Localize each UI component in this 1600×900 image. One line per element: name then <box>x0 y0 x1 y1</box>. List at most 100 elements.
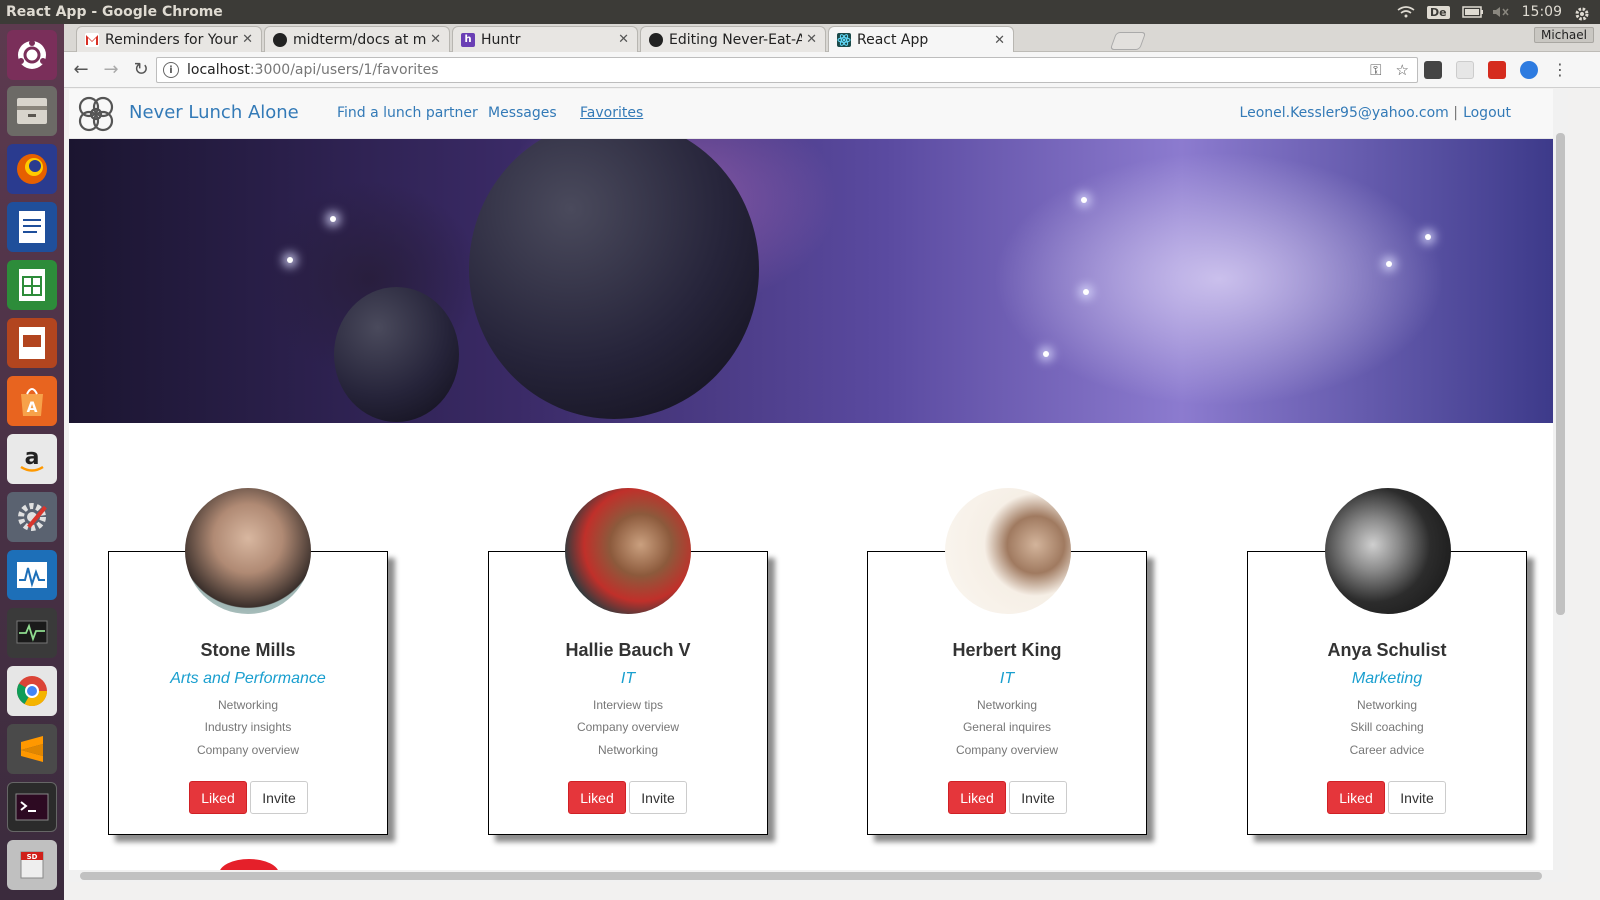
tab-label: Huntr <box>481 31 521 48</box>
close-icon[interactable]: ✕ <box>242 32 253 47</box>
wifi-icon[interactable] <box>1397 6 1415 18</box>
amazon-icon[interactable]: a <box>7 434 57 484</box>
close-icon[interactable]: ✕ <box>430 32 441 47</box>
card-department: IT <box>620 670 636 687</box>
avatar[interactable] <box>945 488 1071 614</box>
close-icon[interactable]: ✕ <box>806 32 817 47</box>
liked-button[interactable]: Liked <box>189 781 247 814</box>
key-icon[interactable]: ⚿ <box>1370 61 1381 79</box>
vertical-scrollbar[interactable] <box>1553 89 1568 870</box>
close-icon[interactable]: ✕ <box>618 32 629 47</box>
star <box>1083 289 1089 295</box>
libreoffice-impress-icon[interactable] <box>7 318 57 368</box>
terminal-icon[interactable] <box>7 782 57 832</box>
card-department: Marketing <box>1351 670 1423 687</box>
brand-logo-icon[interactable] <box>75 93 117 135</box>
sublime-text-icon[interactable] <box>7 724 57 774</box>
avatar[interactable] <box>565 488 691 614</box>
brand-name[interactable]: Never Lunch Alone <box>129 102 299 123</box>
files-icon[interactable] <box>7 86 57 136</box>
libreoffice-calc-icon[interactable] <box>7 260 57 310</box>
invite-button[interactable]: Invite <box>629 781 687 814</box>
space-banner-image <box>69 139 1553 423</box>
github-icon <box>273 32 287 47</box>
system-tray: De 15:09 <box>1397 4 1600 21</box>
clock[interactable]: 15:09 <box>1522 4 1562 20</box>
separator: | <box>1453 105 1458 121</box>
nav-favorites[interactable]: Favorites <box>580 105 643 121</box>
card-department: IT <box>999 670 1015 687</box>
avatar[interactable] <box>1325 488 1451 614</box>
back-arrow-icon[interactable]: ← <box>68 57 94 83</box>
software-center-icon[interactable]: A <box>7 376 57 426</box>
shield-extension-icon[interactable] <box>1424 61 1442 79</box>
star <box>287 257 293 263</box>
volume-muted-icon[interactable] <box>1492 6 1510 18</box>
menu-kebab-icon[interactable]: ⋮ <box>1552 61 1568 79</box>
card-topic: Networking <box>1356 698 1418 712</box>
bookmark-star-icon[interactable]: ☆ <box>1396 61 1409 79</box>
scrollbar-thumb[interactable] <box>1556 133 1565 615</box>
tab-github-editing[interactable]: Editing Never-Eat-A ✕ <box>640 26 826 52</box>
card-name: Hallie Bauch V <box>565 640 691 660</box>
address-bar[interactable]: i localhost:3000/api/users/1/favorites ⚿… <box>156 57 1418 83</box>
next-card-avatar-peek <box>219 859 279 870</box>
blue-extension-icon[interactable] <box>1520 61 1538 79</box>
tab-github-midterm[interactable]: midterm/docs at m ✕ <box>264 26 450 52</box>
card-topic: Interview tips <box>592 698 664 712</box>
battery-icon[interactable] <box>1461 6 1483 18</box>
firefox-icon[interactable] <box>7 144 57 194</box>
tab-react-app[interactable]: React App ✕ <box>828 26 1014 53</box>
forward-arrow-icon[interactable]: → <box>98 57 124 83</box>
huntr-icon: h <box>461 32 475 47</box>
liked-button[interactable]: Liked <box>948 781 1006 814</box>
planet-large <box>469 139 759 419</box>
liked-button[interactable]: Liked <box>568 781 626 814</box>
logout-link[interactable]: Logout <box>1463 105 1511 121</box>
info-icon[interactable]: i <box>163 62 179 78</box>
ubuntu-dash-icon[interactable] <box>7 30 57 80</box>
user-email[interactable]: Leonel.Kessler95@yahoo.com | <box>1240 105 1458 121</box>
user-email-text[interactable]: Leonel.Kessler95@yahoo.com <box>1240 105 1449 121</box>
keyboard-layout-indicator[interactable]: De <box>1427 5 1450 19</box>
reload-icon[interactable]: ↻ <box>128 57 154 83</box>
star <box>1043 351 1049 357</box>
blank-extension-icon[interactable] <box>1456 61 1474 79</box>
invite-button[interactable]: Invite <box>1388 781 1446 814</box>
card-topic: Networking <box>217 698 279 712</box>
scrollbar-thumb[interactable] <box>80 872 1542 880</box>
tab-huntr[interactable]: h Huntr ✕ <box>452 26 638 52</box>
new-tab-button[interactable] <box>1109 32 1147 50</box>
nav-find-partner[interactable]: Find a lunch partner <box>337 105 478 121</box>
github-icon <box>649 32 663 47</box>
chrome-icon[interactable] <box>7 666 57 716</box>
card-topic: Networking <box>976 698 1038 712</box>
star <box>1081 197 1087 203</box>
card-department: Arts and Performance <box>170 670 326 687</box>
url-host: localhost <box>187 62 250 78</box>
page-viewport: Never Lunch Alone Find a lunch partner M… <box>69 89 1553 870</box>
tab-label: Editing Never-Eat-A <box>669 31 803 48</box>
avatar[interactable] <box>185 488 311 614</box>
browser-tab-strip: Reminders for Your ✕ midterm/docs at m ✕… <box>64 24 1600 53</box>
profile-button[interactable]: Michael <box>1534 27 1594 43</box>
url-path: :3000/api/users/1/favorites <box>249 62 439 78</box>
close-icon[interactable]: ✕ <box>994 33 1005 48</box>
liked-button[interactable]: Liked <box>1327 781 1385 814</box>
horizontal-scrollbar[interactable] <box>69 870 1568 882</box>
invite-button[interactable]: Invite <box>250 781 308 814</box>
tab-label: React App <box>857 32 929 48</box>
svg-text:SD: SD <box>27 853 38 861</box>
invite-button[interactable]: Invite <box>1009 781 1067 814</box>
card-name: Herbert King <box>952 640 1062 660</box>
system-monitor-2-icon[interactable] <box>7 608 57 658</box>
sd-card-icon[interactable]: SD <box>7 840 57 890</box>
libreoffice-writer-icon[interactable] <box>7 202 57 252</box>
card-topic: Skill coaching <box>1350 720 1424 734</box>
system-monitor-icon[interactable] <box>7 550 57 600</box>
nav-messages[interactable]: Messages <box>488 105 557 121</box>
system-settings-icon[interactable] <box>7 492 57 542</box>
gear-icon[interactable] <box>1574 6 1592 21</box>
tab-gmail[interactable]: Reminders for Your ✕ <box>76 26 262 52</box>
red-extension-icon[interactable] <box>1488 61 1506 79</box>
